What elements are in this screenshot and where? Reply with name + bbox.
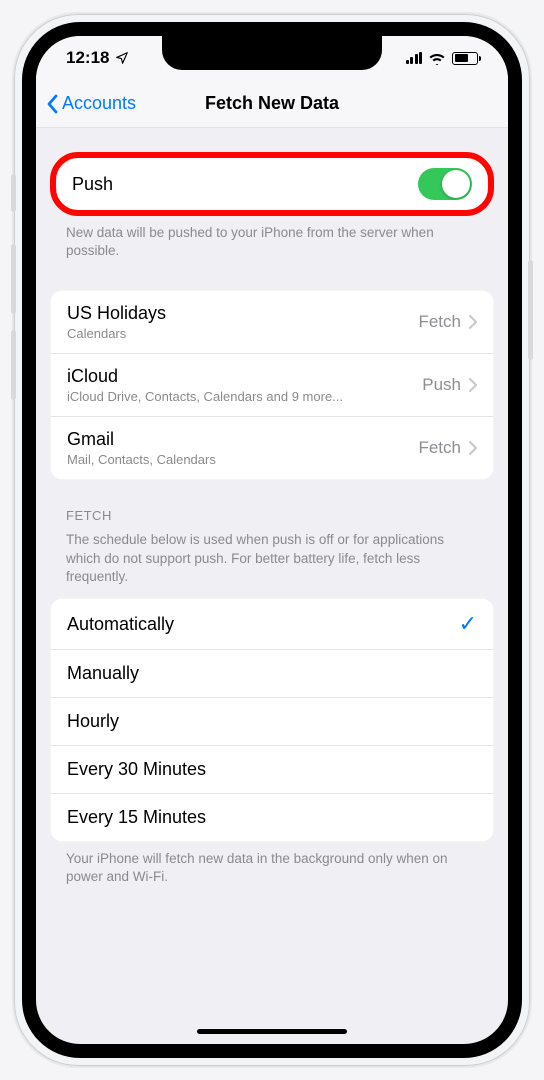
side-button [11,330,16,400]
nav-bar: Accounts Fetch New Data [36,80,508,128]
fetch-option[interactable]: Hourly [51,697,493,745]
back-label: Accounts [62,93,136,114]
back-button[interactable]: Accounts [46,80,136,127]
account-row[interactable]: US Holidays Calendars Fetch [51,291,493,353]
fetch-option[interactable]: Manually [51,649,493,697]
checkmark-icon: ✓ [459,611,477,637]
page-title: Fetch New Data [205,93,339,114]
push-toggle[interactable] [418,168,472,200]
cellular-icon [406,52,423,64]
accounts-list: US Holidays Calendars Fetch iCloud [50,290,494,480]
account-row[interactable]: iCloud iCloud Drive, Contacts, Calendars… [51,353,493,416]
chevron-left-icon [46,94,58,114]
side-button [11,244,16,314]
fetch-option-label: Manually [67,663,139,684]
device-frame: 12:18 Accoun [12,12,532,1068]
account-name: Gmail [67,429,216,450]
fetch-option[interactable]: Every 15 Minutes [51,793,493,841]
screen: 12:18 Accoun [36,36,508,1044]
notch [162,36,382,70]
location-icon [115,51,129,65]
status-time: 12:18 [66,48,109,68]
fetch-option[interactable]: Every 30 Minutes [51,745,493,793]
account-mode: Fetch [418,312,461,332]
fetch-caption: The schedule below is used when push is … [50,531,494,598]
push-caption: New data will be pushed to your iPhone f… [50,216,494,260]
fetch-option-label: Every 30 Minutes [67,759,206,780]
account-row[interactable]: Gmail Mail, Contacts, Calendars Fetch [51,416,493,479]
account-detail: Mail, Contacts, Calendars [67,452,216,467]
fetch-option-label: Every 15 Minutes [67,807,206,828]
account-name: US Holidays [67,303,166,324]
device-bezel: 12:18 Accoun [22,22,522,1058]
push-toggle-row[interactable]: Push [56,158,488,210]
battery-icon [452,52,478,65]
fetch-option-label: Hourly [67,711,119,732]
wifi-icon [428,51,446,65]
account-mode: Fetch [418,438,461,458]
chevron-right-icon [469,441,477,455]
content: Push New data will be pushed to your iPh… [36,128,508,1044]
account-name: iCloud [67,366,343,387]
side-button [528,260,533,360]
chevron-right-icon [469,315,477,329]
fetch-footer: Your iPhone will fetch new data in the b… [50,842,494,886]
side-button [11,174,16,212]
home-indicator[interactable] [197,1029,347,1034]
push-row-highlight: Push [50,152,494,216]
account-detail: Calendars [67,326,166,341]
account-detail: iCloud Drive, Contacts, Calendars and 9 … [67,389,343,404]
push-label: Push [72,174,113,195]
account-mode: Push [422,375,461,395]
fetch-option-label: Automatically [67,614,174,635]
fetch-header: FETCH [50,480,494,531]
chevron-right-icon [469,378,477,392]
fetch-options: Automatically ✓ Manually Hourly Every 30… [50,598,494,842]
fetch-option[interactable]: Automatically ✓ [51,599,493,649]
